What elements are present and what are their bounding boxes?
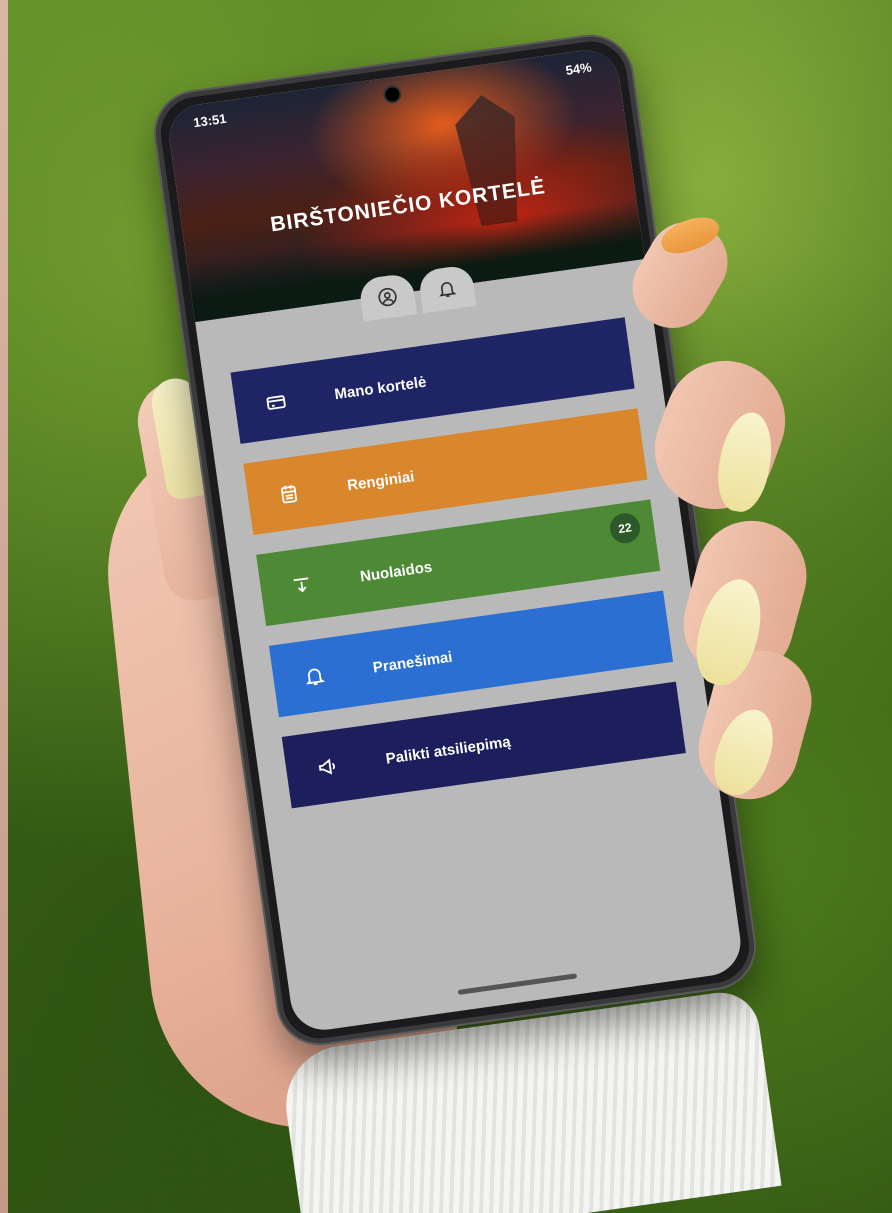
home-indicator[interactable] <box>457 973 578 995</box>
menu-item-label: Pranešimai <box>371 648 454 677</box>
menu-item-label: Mano kortelė <box>333 373 428 403</box>
profile-tab[interactable] <box>357 272 418 322</box>
status-battery: 54% <box>564 58 593 78</box>
menu-item-label: Palikti atsiliepimą <box>384 732 512 768</box>
main-menu: Mano kortelė Renginiai Nuolaidos 22 Pran… <box>230 317 686 809</box>
status-time: 13:51 <box>192 110 228 130</box>
card-icon <box>261 388 290 417</box>
background-edge <box>0 0 8 1213</box>
discount-count-badge: 22 <box>608 511 642 546</box>
calendar-icon <box>274 479 303 508</box>
user-circle-icon <box>378 287 397 307</box>
bell-icon <box>439 282 457 298</box>
menu-item-label: Renginiai <box>346 467 416 494</box>
bell-icon <box>300 661 329 690</box>
megaphone-icon <box>313 752 342 781</box>
menu-item-label: Nuolaidos <box>358 558 434 585</box>
discount-icon <box>287 570 316 599</box>
notifications-tab[interactable] <box>417 264 477 314</box>
